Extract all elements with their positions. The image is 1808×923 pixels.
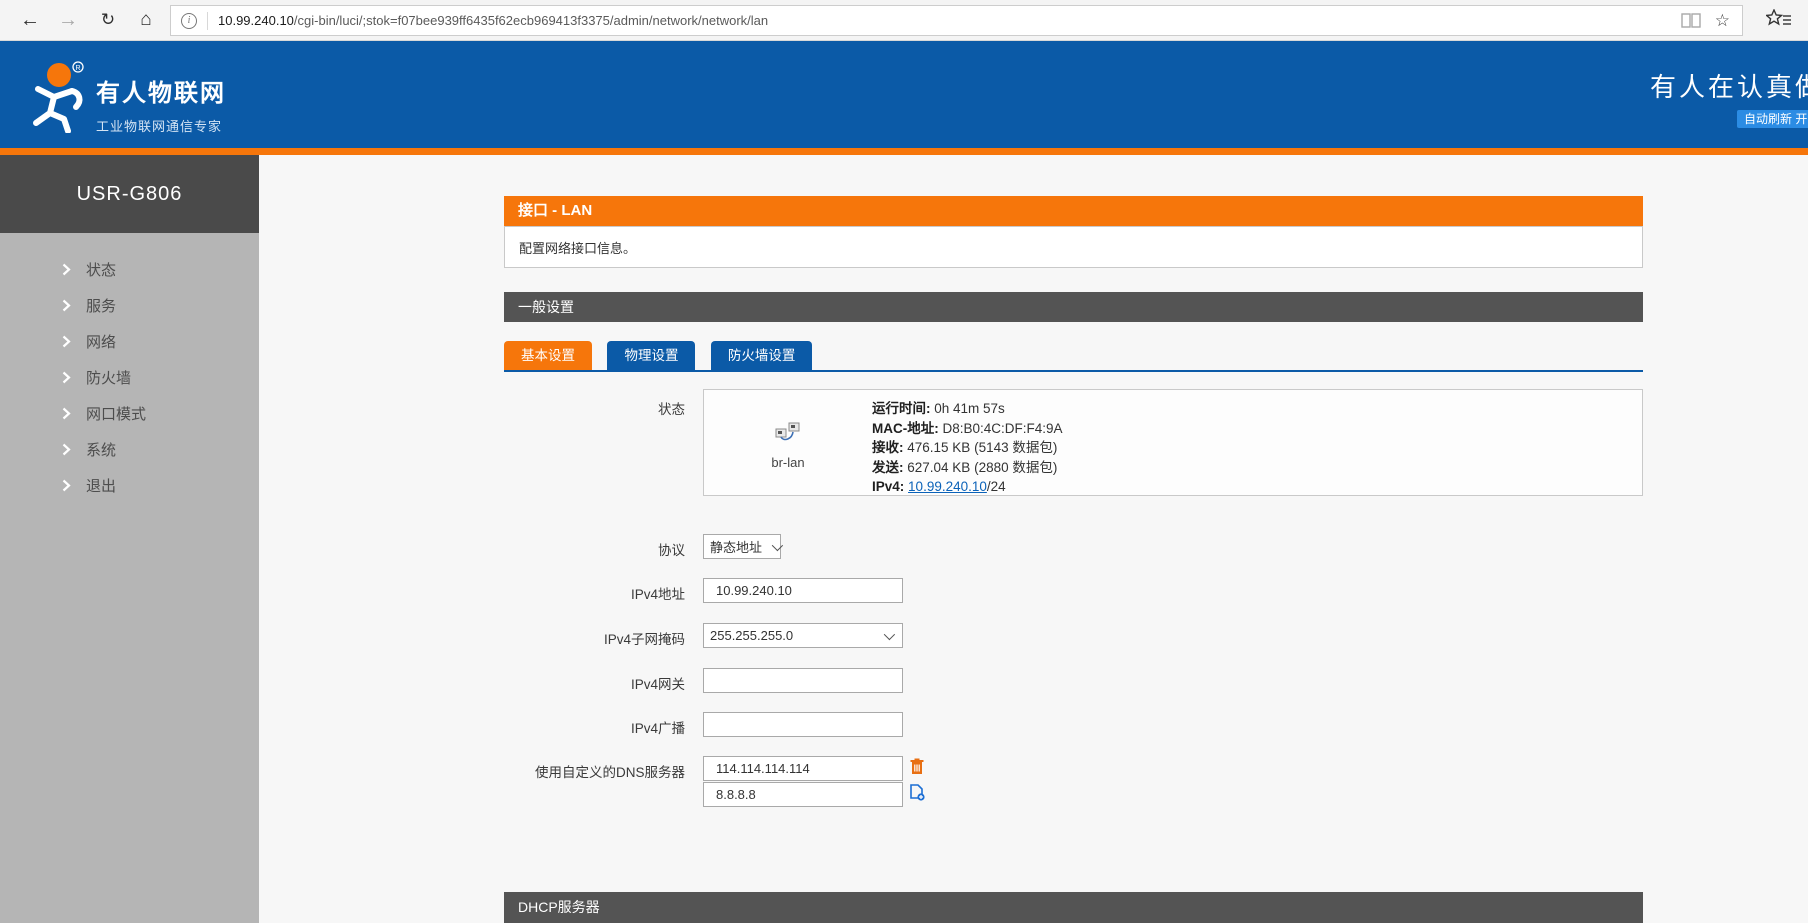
status-label: 状态 <box>504 398 685 418</box>
uptime-label: 运行时间: <box>872 401 931 416</box>
mac-line: MAC-地址: D8:B0:4C:DF:F4:9A <box>872 419 1063 439</box>
sidebar-item-label: 防火墙 <box>86 367 131 388</box>
main-content: 接口 - LAN 配置网络接口信息。 一般设置 基本设置 物理设置 防火墙设置 … <box>259 155 1808 923</box>
svg-text:R: R <box>75 65 80 72</box>
section-general-settings: 一般设置 <box>504 292 1643 322</box>
chevron-right-icon <box>62 335 71 348</box>
chevron-right-icon <box>62 407 71 420</box>
sidebar-item-status[interactable]: 状态 <box>0 251 259 287</box>
brand-subtitle: 工业物联网通信专家 <box>96 116 226 135</box>
ipv4-link[interactable]: 10.99.240.10 <box>908 479 987 494</box>
chevron-right-icon <box>62 263 71 276</box>
sidebar-item-label: 系统 <box>86 439 116 460</box>
sidebar-item-firewall[interactable]: 防火墙 <box>0 359 259 395</box>
tx-line: 发送: 627.04 KB (2880 数据包) <box>872 458 1063 478</box>
auto-refresh-toggle[interactable]: 自动刷新 开 <box>1737 110 1808 128</box>
add-dns-icon[interactable] <box>910 784 925 806</box>
device-name: USR-G806 <box>0 155 259 233</box>
protocol-value: 静态地址 <box>710 537 762 556</box>
interface-name: br-lan <box>771 455 804 470</box>
ipv4-netmask-value: 255.255.255.0 <box>710 628 793 643</box>
dns-input-2[interactable] <box>703 782 903 807</box>
mac-value: D8:B0:4C:DF:F4:9A <box>943 421 1063 436</box>
mac-label: MAC-地址: <box>872 421 939 436</box>
favorite-star-icon[interactable]: ☆ <box>1715 11 1730 31</box>
header-accent-strip <box>0 148 1808 155</box>
sidebar-item-port-mode[interactable]: 网口模式 <box>0 395 259 431</box>
rx-label: 接收: <box>872 440 904 455</box>
settings-tabs: 基本设置 物理设置 防火墙设置 <box>504 341 1643 372</box>
sidebar-item-network[interactable]: 网络 <box>0 323 259 359</box>
url-host: 10.99.240.10 <box>218 13 294 28</box>
ipv4-address-label: IPv4地址 <box>504 583 685 603</box>
tx-value: 627.04 KB (2880 数据包) <box>907 460 1057 475</box>
favorites-hub-icon[interactable] <box>1766 9 1792 34</box>
sidebar-nav: 状态 服务 网络 防火墙 网口模式 系统 退出 <box>0 233 259 503</box>
ipv4-label: IPv4: <box>872 479 904 494</box>
url-text[interactable]: 10.99.240.10/cgi-bin/luci/;stok=f07bee93… <box>218 13 1681 28</box>
dns-input-1[interactable] <box>703 756 903 781</box>
chevron-right-icon <box>62 479 71 492</box>
chevron-down-icon <box>884 628 895 639</box>
chevron-right-icon <box>62 299 71 312</box>
bridge-interface-icon <box>774 421 802 448</box>
header-slogan: 有人在认真做 <box>1650 67 1808 104</box>
ipv4-suffix: /24 <box>987 479 1006 494</box>
interface-status-box: br-lan 运行时间: 0h 41m 57s MAC-地址: D8:B0:4C… <box>703 389 1643 496</box>
sidebar-item-logout[interactable]: 退出 <box>0 467 259 503</box>
status-details: 运行时间: 0h 41m 57s MAC-地址: D8:B0:4C:DF:F4:… <box>872 399 1063 497</box>
ipv4-netmask-label: IPv4子网掩码 <box>504 628 685 648</box>
tab-firewall-settings[interactable]: 防火墙设置 <box>711 341 813 370</box>
ipv4-netmask-select[interactable]: 255.255.255.0 <box>703 623 903 648</box>
sidebar: USR-G806 状态 服务 网络 防火墙 网口模式 系统 退出 <box>0 155 259 923</box>
divider <box>207 12 208 30</box>
uptime-line: 运行时间: 0h 41m 57s <box>872 399 1063 419</box>
delete-dns-icon[interactable] <box>910 758 924 780</box>
sidebar-item-services[interactable]: 服务 <box>0 287 259 323</box>
tx-label: 发送: <box>872 460 904 475</box>
brand-block: 有人物联网 工业物联网通信专家 <box>96 73 226 135</box>
sidebar-item-label: 服务 <box>86 295 116 316</box>
usr-logo-icon: R <box>24 61 90 138</box>
protocol-label: 协议 <box>504 539 685 559</box>
home-icon[interactable]: ⌂ <box>132 6 160 34</box>
section-dhcp-server: DHCP服务器 <box>504 892 1643 923</box>
back-icon[interactable]: ← <box>16 6 44 34</box>
ipv4-line: IPv4: 10.99.240.10/24 <box>872 477 1063 497</box>
url-path: /cgi-bin/luci/;stok=f07bee939ff6435f62ec… <box>294 13 768 28</box>
brand-title: 有人物联网 <box>96 73 226 108</box>
interface-cell: br-lan <box>704 390 872 497</box>
rx-value: 476.15 KB (5143 数据包) <box>907 440 1057 455</box>
tab-basic-settings[interactable]: 基本设置 <box>504 341 592 370</box>
tab-physical-settings[interactable]: 物理设置 <box>607 341 695 370</box>
browser-toolbar: ← → ↻ ⌂ i 10.99.240.10/cgi-bin/luci/;sto… <box>0 0 1808 41</box>
refresh-icon[interactable]: ↻ <box>94 6 122 34</box>
page-title: 接口 - LAN <box>504 196 1643 226</box>
ipv4-address-input[interactable] <box>703 578 903 603</box>
protocol-select[interactable]: 静态地址 <box>703 534 781 559</box>
dns-label: 使用自定义的DNS服务器 <box>504 761 685 781</box>
app-header: R 有人物联网 工业物联网通信专家 有人在认真做 自动刷新 开 <box>0 41 1808 148</box>
page-description: 配置网络接口信息。 <box>504 226 1643 268</box>
sidebar-item-label: 退出 <box>86 475 116 496</box>
site-info-icon[interactable]: i <box>181 13 197 29</box>
ipv4-gateway-label: IPv4网关 <box>504 673 685 693</box>
chevron-right-icon <box>62 443 71 456</box>
sidebar-item-system[interactable]: 系统 <box>0 431 259 467</box>
forward-icon[interactable]: → <box>54 6 82 34</box>
reading-view-icon[interactable] <box>1681 13 1701 28</box>
address-bar[interactable]: i 10.99.240.10/cgi-bin/luci/;stok=f07bee… <box>170 5 1743 36</box>
chevron-right-icon <box>62 371 71 384</box>
uptime-value: 0h 41m 57s <box>934 401 1005 416</box>
ipv4-gateway-input[interactable] <box>703 668 903 693</box>
chevron-down-icon <box>772 539 783 550</box>
sidebar-item-label: 网络 <box>86 331 116 352</box>
sidebar-item-label: 状态 <box>86 259 116 280</box>
ipv4-broadcast-label: IPv4广播 <box>504 717 685 737</box>
ipv4-broadcast-input[interactable] <box>703 712 903 737</box>
rx-line: 接收: 476.15 KB (5143 数据包) <box>872 438 1063 458</box>
interface-form: 状态 br-lan 运行时间: 0h 41m 57s MAC-地址: D8:B0… <box>504 389 1643 849</box>
sidebar-item-label: 网口模式 <box>86 403 146 424</box>
